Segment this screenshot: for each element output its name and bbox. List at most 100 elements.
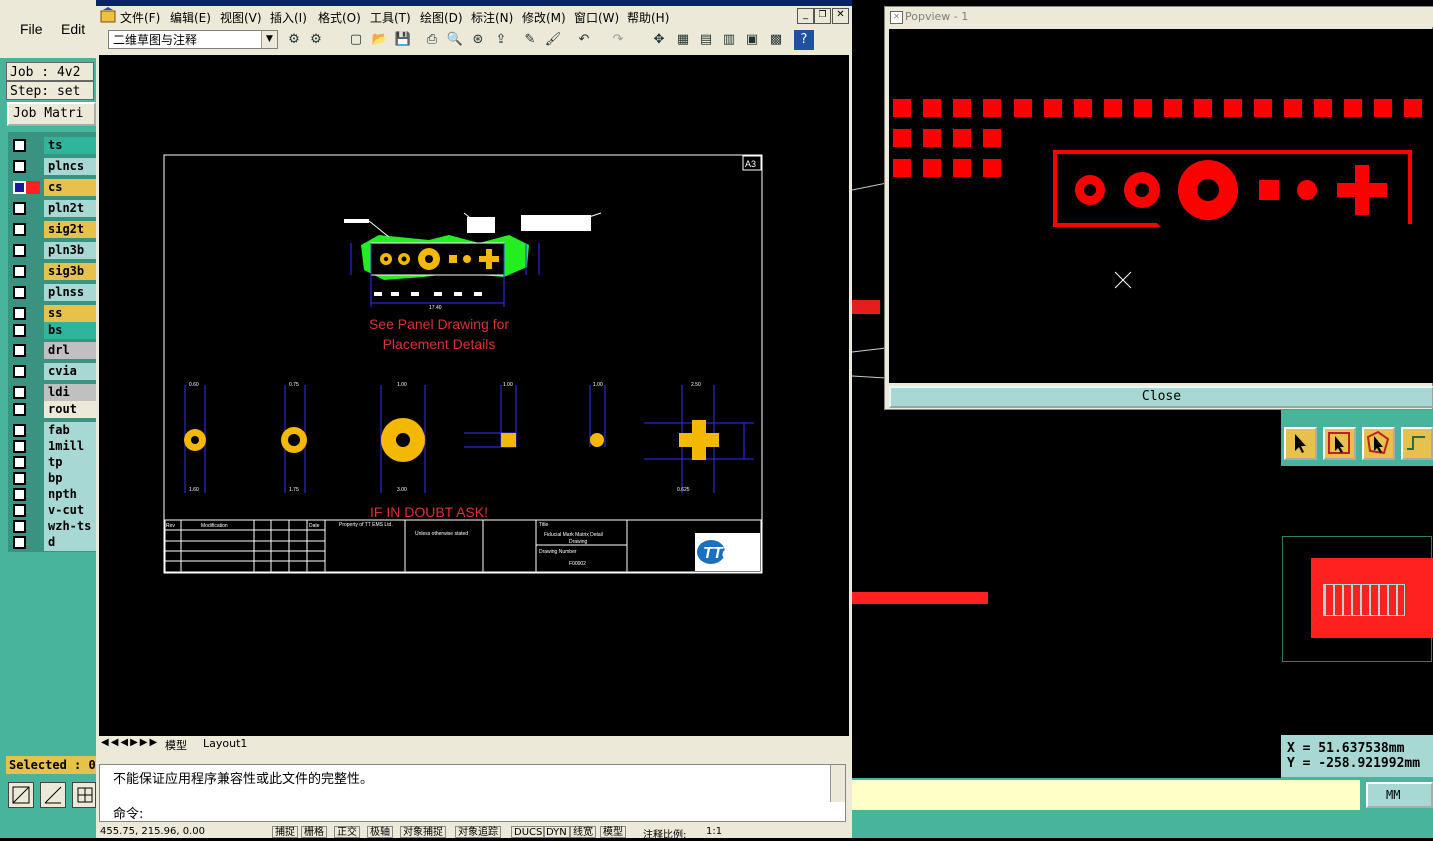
menu-file[interactable]: File [20,21,43,37]
layer-checkbox[interactable] [13,504,26,517]
plot-button[interactable]: ⇪ [491,30,511,50]
layer-name[interactable]: pln3b [44,242,96,259]
help-button[interactable]: ? [794,30,814,50]
status-polar[interactable]: 极轴 [367,826,393,838]
layer-checkbox[interactable] [13,520,26,533]
layer-checkbox[interactable] [13,488,26,501]
layer-row[interactable]: sig2t [10,221,96,238]
status-otrack[interactable]: 对象追踪 [455,826,501,838]
matchprop-button[interactable]: 🖌 [543,30,563,50]
layer-name[interactable]: sig3b [44,263,96,280]
layer-name[interactable]: sig2t [44,221,96,238]
layer-row[interactable]: 1mill [10,438,96,455]
layer-checkbox[interactable] [13,365,26,378]
preview-button[interactable]: 🔍 [445,30,465,50]
layer-checkbox[interactable] [13,324,26,337]
layer-row[interactable]: bp [10,470,96,487]
menu-help[interactable]: 帮助(H) [627,9,669,26]
tab-nav-arrows[interactable]: ◀◀◀▶▶▶ [101,737,159,748]
pan-button[interactable]: ✥ [649,30,669,50]
layer-name[interactable]: bp [44,470,96,487]
save-button[interactable]: 💾 [393,30,413,50]
layer-checkbox[interactable] [13,440,26,453]
tab-layout1[interactable]: Layout1 [203,737,247,750]
layer-row[interactable]: ldi [10,384,96,401]
close-button[interactable]: ✕ [832,8,849,24]
drawing-viewport[interactable]: A3 17.40 See Panel Drawing for Placement… [99,55,849,736]
select-tool[interactable] [1284,427,1317,460]
layer-name[interactable]: bs [44,322,96,339]
layer-name[interactable]: npth [44,486,96,503]
layer-name[interactable]: ts [44,137,96,154]
annotation-scale-value[interactable]: 1:1 [706,826,722,837]
units-button[interactable]: MM [1366,782,1433,808]
layer-row[interactable]: bs [10,322,96,339]
open-button[interactable]: 📂 [370,30,390,50]
undo-button[interactable]: ↶ [574,30,594,50]
command-prompt[interactable]: 命令: [113,803,143,822]
layer-checkbox[interactable] [13,265,26,278]
layer-checkbox[interactable] [13,344,26,357]
grid-tool[interactable] [72,782,96,808]
menu-tools[interactable]: 工具(T) [370,9,411,26]
layer-name[interactable]: plnss [44,284,96,301]
layer-name[interactable]: tp [44,454,96,471]
layer-name[interactable]: pln2t [44,200,96,217]
layer-name[interactable]: rout [44,401,96,418]
layer-row[interactable]: rout [10,401,96,418]
layer-row[interactable]: cvia [10,363,96,380]
layer-row[interactable]: ts [10,137,96,154]
workspace-settings-button[interactable]: ⚙ [284,30,304,50]
layer-row[interactable]: pln2t [10,200,96,217]
match-button[interactable]: ✎ [520,30,540,50]
layer-name[interactable]: 1mill [44,438,96,455]
measure-tool[interactable] [40,782,66,808]
command-window[interactable]: 不能保证应用程序兼容性或此文件的完整性。 命令: [99,764,846,822]
mini-map[interactable] [1281,466,1433,736]
layer-name[interactable]: wzh-ts [44,518,96,535]
status-ortho[interactable]: 正交 [334,826,360,838]
menu-window[interactable]: 窗口(W) [574,9,619,26]
drawing-canvas[interactable]: A3 17.40 See Panel Drawing for Placement… [99,55,849,736]
popview-titlebar[interactable]: ✕ Popview - 1 [885,7,1433,27]
layer-checkbox[interactable] [13,202,26,215]
layer-checkbox[interactable] [13,244,26,257]
layer-row[interactable]: d [10,534,96,551]
layer-checkbox[interactable] [13,424,26,437]
publish-button[interactable]: ⊛ [468,30,488,50]
layer-checkbox[interactable] [13,386,26,399]
cam-message-field[interactable] [852,780,1360,810]
status-model[interactable]: 模型 [600,826,626,838]
layer-row[interactable]: cs [10,179,96,196]
layer-checkbox[interactable] [13,139,26,152]
workspace-button[interactable]: ⚙ [306,30,326,50]
properties-button[interactable]: ▦ [673,30,693,50]
menu-edit[interactable]: 编辑(E) [170,9,211,26]
layer-row[interactable]: pln3b [10,242,96,259]
zoom-box-tool[interactable] [8,782,34,808]
layer-name[interactable]: ldi [44,384,96,401]
menu-edit[interactable]: Edit [61,21,85,37]
popview-close-button[interactable]: Close [889,386,1433,408]
job-matrix-button[interactable]: Job Matri [7,102,96,126]
layer-name[interactable]: d [44,534,96,551]
layer-name[interactable]: ss [44,305,96,322]
status-dyn[interactable]: DYN [543,826,570,838]
layer-row[interactable]: sig3b [10,263,96,280]
designcenter-button[interactable]: ▤ [696,30,716,50]
net-tool[interactable] [1401,427,1433,460]
layer-checkbox[interactable] [13,403,26,416]
layer-name[interactable]: drl [44,342,96,359]
layer-row[interactable]: plncs [10,158,96,175]
layer-checkbox[interactable] [13,536,26,549]
layer-row[interactable]: v-cut [10,502,96,519]
layer-name[interactable]: cvia [44,363,96,380]
select-box-tool[interactable] [1323,427,1356,460]
menu-modify[interactable]: 修改(M) [522,9,566,26]
print-button[interactable]: ⎙ [422,30,442,50]
status-lineweight[interactable]: 线宽 [570,826,596,838]
tab-model[interactable]: 模型 [165,737,187,753]
layer-row[interactable]: tp [10,454,96,471]
layer-name[interactable]: cs [44,179,96,196]
sheetset-button[interactable]: ▣ [742,30,762,50]
